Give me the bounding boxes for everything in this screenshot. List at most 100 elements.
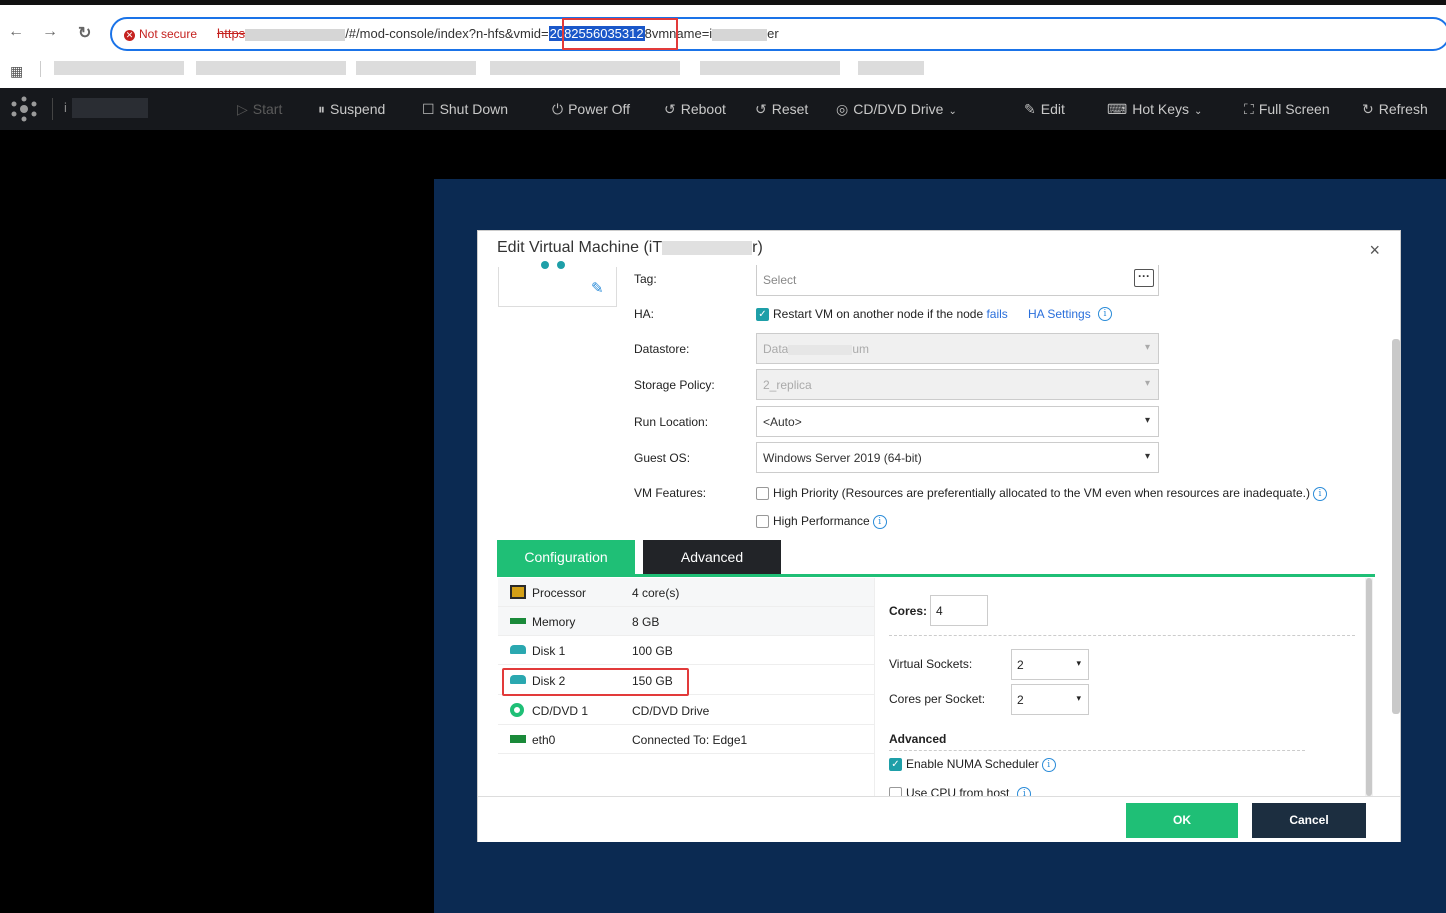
- high-priority-text: High Priority (Resources are preferentia…: [773, 486, 1310, 500]
- cddvd-drive-button[interactable]: ◎ CD/DVD Drive ⌄: [836, 101, 957, 118]
- cpu-host-option[interactable]: Use CPU from host i: [889, 786, 1032, 796]
- cores-per-socket-select[interactable]: 2 ▾: [1011, 684, 1089, 715]
- device-row-eth0[interactable]: eth0 Connected To: Edge1: [498, 725, 874, 754]
- nic-icon: [510, 735, 526, 743]
- run-location-select[interactable]: <Auto> ▾: [756, 406, 1159, 437]
- storage-policy-label: Storage Policy:: [634, 378, 715, 392]
- shutdown-label: Shut Down: [439, 101, 509, 117]
- info-icon[interactable]: i: [1312, 486, 1327, 501]
- dialog-scrollbar-thumb[interactable]: [1392, 339, 1400, 714]
- checkbox-unchecked[interactable]: [756, 487, 769, 501]
- chevron-down-icon: ▾: [1144, 378, 1150, 389]
- chevron-down-icon: ▾: [1076, 658, 1081, 668]
- cores-value: 4: [936, 604, 943, 618]
- start-button[interactable]: ▷ Start: [237, 101, 282, 118]
- more-options-icon[interactable]: ···: [1134, 269, 1154, 287]
- scrollbar-thumb[interactable]: [1366, 578, 1372, 796]
- ha-restart-option[interactable]: ✓ Restart VM on another node if the node …: [756, 307, 1008, 322]
- reset-button[interactable]: ↺ Reset: [755, 101, 808, 118]
- checkbox-unchecked[interactable]: [756, 515, 769, 529]
- refresh-icon: ↻: [1362, 101, 1374, 117]
- panel-scrollbar[interactable]: [1365, 578, 1373, 796]
- security-indicator[interactable]: ✕ Not secure: [124, 27, 197, 41]
- refresh-label: Refresh: [1378, 101, 1428, 117]
- tab-configuration[interactable]: Configuration: [497, 540, 635, 574]
- chevron-down-icon: ▾: [1076, 693, 1081, 703]
- device-name: CD/DVD 1: [532, 704, 589, 718]
- bookmark-item[interactable]: [356, 61, 476, 75]
- processor-icon: [510, 585, 526, 599]
- bookmark-item[interactable]: [858, 61, 924, 75]
- error-icon: ✕: [124, 30, 135, 41]
- bookmark-item[interactable]: [196, 61, 346, 75]
- cores-input[interactable]: 4: [930, 595, 988, 626]
- vm-name-label: i: [64, 100, 67, 115]
- tag-select[interactable]: Select ···: [756, 265, 1159, 296]
- reset-label: Reset: [771, 101, 809, 117]
- vm-features-label: VM Features:: [634, 486, 707, 500]
- blurred-vm-name: [662, 240, 753, 255]
- high-performance-option[interactable]: High Performance i: [756, 514, 887, 529]
- edit-button[interactable]: ✎ Edit: [1024, 101, 1065, 118]
- shutdown-button[interactable]: ☐ Shut Down: [422, 101, 508, 118]
- browser-chrome: ← → ↻ ✕ Not secure https /#/mod-console/in…: [0, 0, 1446, 88]
- info-icon[interactable]: i: [1095, 306, 1112, 321]
- high-priority-option[interactable]: High Priority (Resources are preferentia…: [756, 486, 1327, 501]
- blurred-datastore: [788, 344, 853, 355]
- divider: [889, 635, 1355, 636]
- info-icon[interactable]: i: [1041, 757, 1056, 772]
- device-row-memory[interactable]: Memory 8 GB: [498, 607, 874, 636]
- info-icon[interactable]: i: [1017, 786, 1032, 796]
- full-screen-button[interactable]: ⛶ Full Screen: [1244, 101, 1330, 118]
- address-bar[interactable]: ✕ Not secure https /#/mod-console/index?n-…: [110, 17, 1446, 51]
- checkbox-checked[interactable]: ✓: [889, 758, 902, 772]
- run-location-label: Run Location:: [634, 415, 709, 429]
- url-path: /#/mod-console/index?n-hfs&vmid=: [345, 26, 549, 41]
- chevron-down-icon: ⌄: [948, 106, 957, 117]
- tab-advanced[interactable]: Advanced: [643, 540, 781, 574]
- back-icon[interactable]: ←: [8, 23, 24, 41]
- vmid-highlight-box: [562, 18, 678, 50]
- device-row-disk1[interactable]: Disk 1 100 GB: [498, 636, 874, 665]
- close-icon[interactable]: ×: [1369, 240, 1380, 261]
- numa-label: Enable NUMA Scheduler: [906, 757, 1039, 771]
- hot-keys-button[interactable]: ⌨ Hot Keys ⌄: [1107, 101, 1202, 118]
- power-off-button[interactable]: ⏻ Power Off: [552, 101, 630, 118]
- device-row-cddvd1[interactable]: CD/DVD 1 CD/DVD Drive: [498, 696, 874, 725]
- cd-icon: ◎: [836, 101, 849, 117]
- grid-icon[interactable]: ▦: [10, 63, 23, 80]
- dialog-title-prefix: Edit Virtual Machine (iT: [497, 239, 663, 256]
- storage-policy-select: 2_replica ▾: [756, 369, 1159, 400]
- reboot-button[interactable]: ↺ Reboot: [664, 101, 726, 118]
- ha-settings-link[interactable]: HA Settings: [1028, 307, 1091, 321]
- edit-label: Edit: [1040, 101, 1065, 117]
- edit-icon[interactable]: ✎: [591, 279, 604, 297]
- ok-button[interactable]: OK: [1126, 803, 1238, 838]
- bookmark-item[interactable]: [490, 61, 680, 75]
- dialog-footer: OK Cancel: [478, 796, 1400, 842]
- forward-icon[interactable]: →: [42, 23, 58, 41]
- bookmark-item[interactable]: [700, 61, 840, 75]
- ha-fails-link[interactable]: fails: [986, 307, 1007, 321]
- info-icon[interactable]: i: [872, 514, 887, 529]
- blurred-vmname: [712, 28, 768, 41]
- tag-placeholder: Select: [763, 273, 797, 287]
- url-text[interactable]: https/#/mod-console/index?n-hfs&vmid=208…: [217, 26, 779, 41]
- device-row-processor[interactable]: Processor 4 core(s): [498, 578, 874, 607]
- suspend-button[interactable]: ⏸ Suspend: [318, 101, 385, 118]
- checkbox-unchecked[interactable]: [889, 787, 902, 796]
- numa-option[interactable]: ✓ Enable NUMA Scheduler i: [889, 757, 1056, 772]
- refresh-button[interactable]: ↻ Refresh: [1362, 101, 1428, 118]
- suspend-label: Suspend: [330, 101, 386, 117]
- virtual-sockets-select[interactable]: 2 ▾: [1011, 649, 1089, 680]
- tab-underline: [497, 574, 1375, 577]
- dialog-title-suffix: r): [752, 239, 763, 256]
- chevron-down-icon: ▾: [1144, 342, 1150, 353]
- play-icon: ▷: [237, 101, 248, 117]
- url-tail-end: er: [767, 26, 779, 41]
- cancel-button[interactable]: Cancel: [1252, 803, 1366, 838]
- bookmark-item[interactable]: [54, 61, 184, 75]
- guest-os-select[interactable]: Windows Server 2019 (64-bit) ▾: [756, 442, 1159, 473]
- reload-icon[interactable]: ↻: [78, 23, 91, 43]
- checkbox-checked[interactable]: ✓: [756, 308, 769, 322]
